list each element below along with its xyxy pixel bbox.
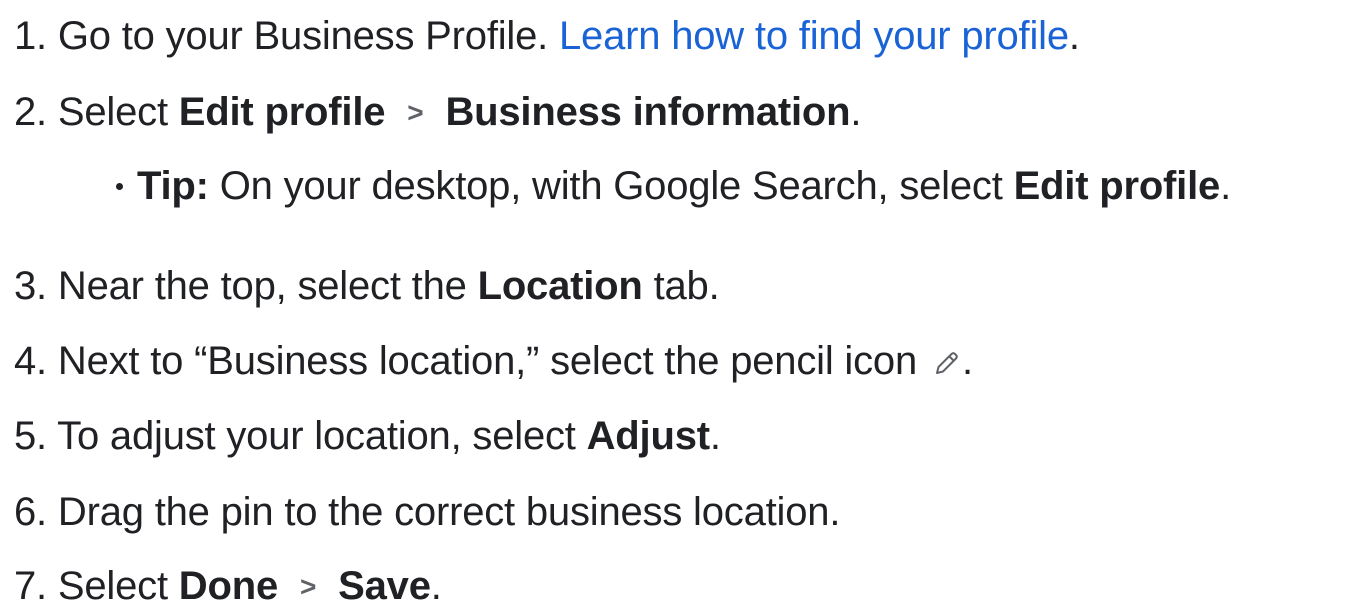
step-number: 4. [14, 339, 47, 383]
step-6: 6. Drag the pin to the correct business … [14, 488, 840, 536]
chevron-right-icon: > [407, 97, 424, 128]
step-text: Select [57, 564, 168, 608]
business-information-label: Business information [445, 90, 851, 134]
bullet-icon [116, 183, 123, 190]
done-label: Done [178, 564, 278, 608]
step-text: Next to “Business location,” select the … [57, 339, 918, 383]
save-label: Save [338, 564, 431, 608]
step-number: 6. [14, 490, 47, 534]
adjust-label: Adjust [586, 414, 710, 458]
step-end: . [430, 564, 442, 608]
step-number: 5. [14, 414, 47, 458]
tip-label: Tip: [137, 164, 209, 208]
step-number: 2. [14, 90, 47, 134]
step-2: 2. Select Edit profile > Business informat… [14, 88, 862, 140]
step-text-post: tab. [653, 264, 720, 308]
step-number: 1. [14, 14, 47, 58]
chevron-right-icon: > [300, 571, 317, 602]
tip-end: . [1220, 164, 1231, 208]
location-tab-label: Location [477, 264, 643, 308]
tip-item: Tip: On your desktop, with Google Search… [116, 162, 1231, 210]
step-end: . [709, 414, 721, 458]
step-5: 5. To adjust your location, select Adjus… [14, 412, 721, 460]
step-3: 3. Near the top, select the Location tab… [14, 262, 720, 310]
edit-profile-label: Edit profile [178, 90, 386, 134]
pencil-icon [932, 341, 962, 374]
step-text: To adjust your location, select [57, 414, 576, 458]
step-4: 4. Next to “Business location,” select t… [14, 337, 973, 385]
step-end: . [1068, 14, 1080, 58]
step-7: 7. Select Done > Save. [14, 562, 442, 614]
step-text: Drag the pin to the correct business loc… [57, 490, 841, 534]
tip-text: On your desktop, with Google Search, sel… [219, 164, 1003, 208]
step-text: Go to your Business Profile. [57, 14, 549, 58]
step-end: . [961, 339, 973, 383]
step-1: 1. Go to your Business Profile. Learn ho… [14, 12, 1080, 60]
step-text: Select [57, 90, 168, 134]
edit-profile-label: Edit profile [1013, 164, 1221, 208]
find-profile-link[interactable]: Learn how to find your profile [559, 14, 1069, 58]
step-number: 7. [14, 564, 47, 608]
step-end: . [850, 90, 862, 134]
step-text: Near the top, select the [57, 264, 467, 308]
step-number: 3. [14, 264, 47, 308]
